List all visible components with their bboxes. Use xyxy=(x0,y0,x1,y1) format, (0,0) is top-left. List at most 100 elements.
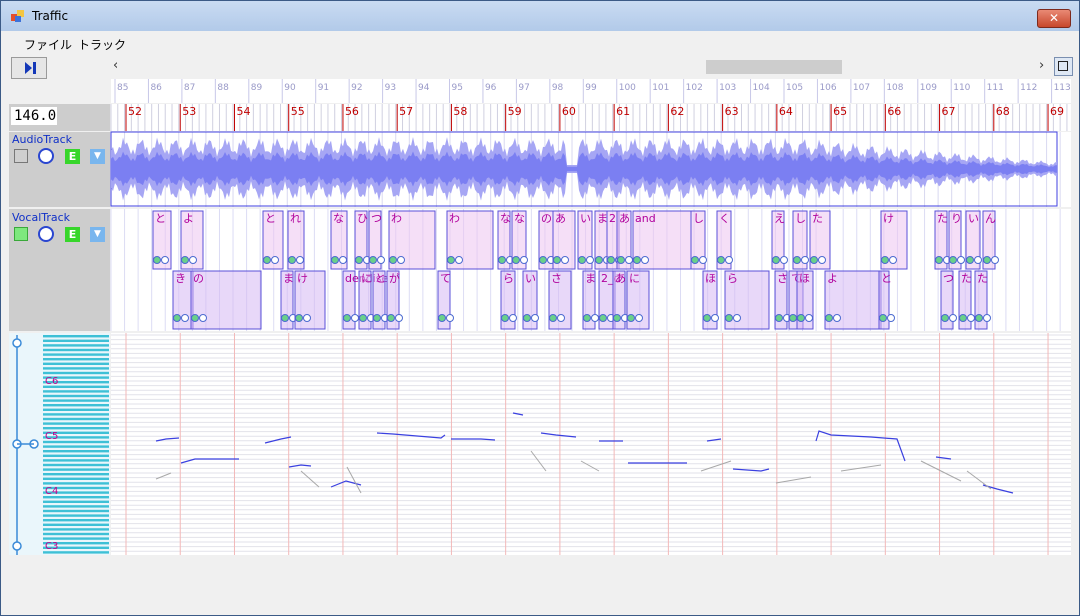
piano-key-label: C3 xyxy=(45,541,58,552)
note-handle-icon xyxy=(189,256,197,264)
vocal-note-label: し xyxy=(693,212,704,225)
vocal-note-label: え xyxy=(774,212,785,225)
note-handle-icon xyxy=(775,314,783,322)
measure-label: 65 xyxy=(833,105,847,118)
piano-key xyxy=(43,509,109,513)
piano-key xyxy=(43,394,109,398)
vocal-note-label: け xyxy=(883,212,894,225)
note-handle-icon xyxy=(625,256,633,264)
ruler-tick-label: 108 xyxy=(886,83,903,93)
note-handle-icon xyxy=(446,314,454,322)
note-handle-icon xyxy=(887,314,895,322)
note-handle-icon xyxy=(397,256,405,264)
measure-label: 52 xyxy=(128,105,142,118)
ruler-tick-label: 99 xyxy=(585,83,597,93)
vocal-note-label: な xyxy=(514,212,525,225)
note-handle-icon xyxy=(935,256,943,264)
note-handle-icon xyxy=(578,256,586,264)
ruler-tick-label: 96 xyxy=(485,83,497,93)
note-handle-icon xyxy=(191,314,199,322)
piano-key xyxy=(43,358,109,361)
vocal-note-label: が xyxy=(389,271,400,285)
vocal-note-label: と xyxy=(155,212,166,225)
main-window: Traffic ✕ ファイル トラック ‹ › 146.0 AudioTrack… xyxy=(0,0,1080,616)
note-handle-icon xyxy=(991,256,999,264)
piano-key xyxy=(43,482,109,485)
piano-key xyxy=(43,344,109,347)
note-handle-icon xyxy=(199,314,207,322)
note-handle-icon xyxy=(561,256,569,264)
vocal-note-label: 2 xyxy=(609,212,616,225)
vocal-note-label: し xyxy=(795,212,806,225)
measure-label: 64 xyxy=(779,105,793,118)
ruler-tick-label: 95 xyxy=(451,83,462,93)
note-handle-icon xyxy=(377,256,385,264)
piano-key xyxy=(43,362,109,365)
note-handle-icon xyxy=(173,314,181,322)
note-handle-icon xyxy=(725,256,733,264)
ruler-tick-label: 88 xyxy=(217,83,229,93)
vocal-note-label: と xyxy=(881,272,892,285)
piano-key-label: C4 xyxy=(45,486,58,497)
note-handle-icon xyxy=(633,256,641,264)
ruler-tick-label: 90 xyxy=(284,83,296,93)
vocal-note-label: な xyxy=(500,212,511,225)
piano-key xyxy=(43,477,109,480)
vocal-note-label: わ xyxy=(449,212,460,225)
note-handle-icon xyxy=(455,256,463,264)
ruler-tick-label: 113 xyxy=(1054,83,1071,93)
note-handle-icon xyxy=(373,314,381,322)
note-handle-icon xyxy=(355,256,363,264)
note-handle-icon xyxy=(711,314,719,322)
note-handle-icon xyxy=(703,314,711,322)
note-handle-icon xyxy=(635,314,643,322)
piano-key xyxy=(43,500,109,503)
vocal-note-label: ら xyxy=(503,272,514,285)
note-handle-icon xyxy=(501,314,509,322)
piano-key xyxy=(43,353,109,356)
piano-key xyxy=(43,473,109,476)
vocal-note-label: い xyxy=(525,272,536,285)
note-handle-icon xyxy=(389,256,397,264)
note-handle-icon xyxy=(271,256,279,264)
note-handle-icon xyxy=(553,256,561,264)
vocal-note-label: つ xyxy=(943,272,954,285)
note-handle-icon xyxy=(879,314,887,322)
measure-label: 58 xyxy=(453,105,467,118)
vocal-note-label: ら xyxy=(727,272,738,285)
note-handle-icon xyxy=(641,256,649,264)
piano-key xyxy=(43,367,109,370)
piano-key xyxy=(43,417,109,421)
note-handle-icon xyxy=(359,314,367,322)
timeline-canvas[interactable]: 85 86 87 88 89 90 91 92 93 94 95 96 97 98 99 100 101 102 1… xyxy=(1,1,1079,615)
piano-key xyxy=(43,459,109,462)
vocal-note-label: わ xyxy=(391,212,402,225)
piano-key-label: C6 xyxy=(45,376,58,387)
ruler-tick-label: 93 xyxy=(385,83,396,93)
measure-label: 59 xyxy=(508,105,522,118)
vocal-note-label: と xyxy=(375,272,386,285)
piano-key xyxy=(43,404,109,407)
note-handle-icon xyxy=(263,256,271,264)
note-handle-icon xyxy=(772,256,780,264)
note-handle-icon xyxy=(296,256,304,264)
note-handle-icon xyxy=(595,256,603,264)
note-handle-icon xyxy=(331,256,339,264)
note-handle-icon xyxy=(387,314,395,322)
note-handle-icon xyxy=(793,256,801,264)
piano-key-label: C5 xyxy=(45,431,58,442)
note-handle-icon xyxy=(825,314,833,322)
vocal-note-label: と xyxy=(265,212,276,225)
pitch-grid xyxy=(111,333,1071,555)
measure-label: 61 xyxy=(616,105,630,118)
note-handle-icon xyxy=(181,256,189,264)
note-handle-icon xyxy=(303,314,311,322)
note-handle-icon xyxy=(343,314,351,322)
vocal-note-label: ほ xyxy=(799,272,810,285)
note-handle-icon xyxy=(583,314,591,322)
measure-label: 66 xyxy=(887,105,901,118)
ruler-tick-label: 92 xyxy=(351,83,362,93)
measure-label: 56 xyxy=(345,105,359,118)
status-area xyxy=(9,557,1075,613)
note-handle-icon xyxy=(586,256,594,264)
